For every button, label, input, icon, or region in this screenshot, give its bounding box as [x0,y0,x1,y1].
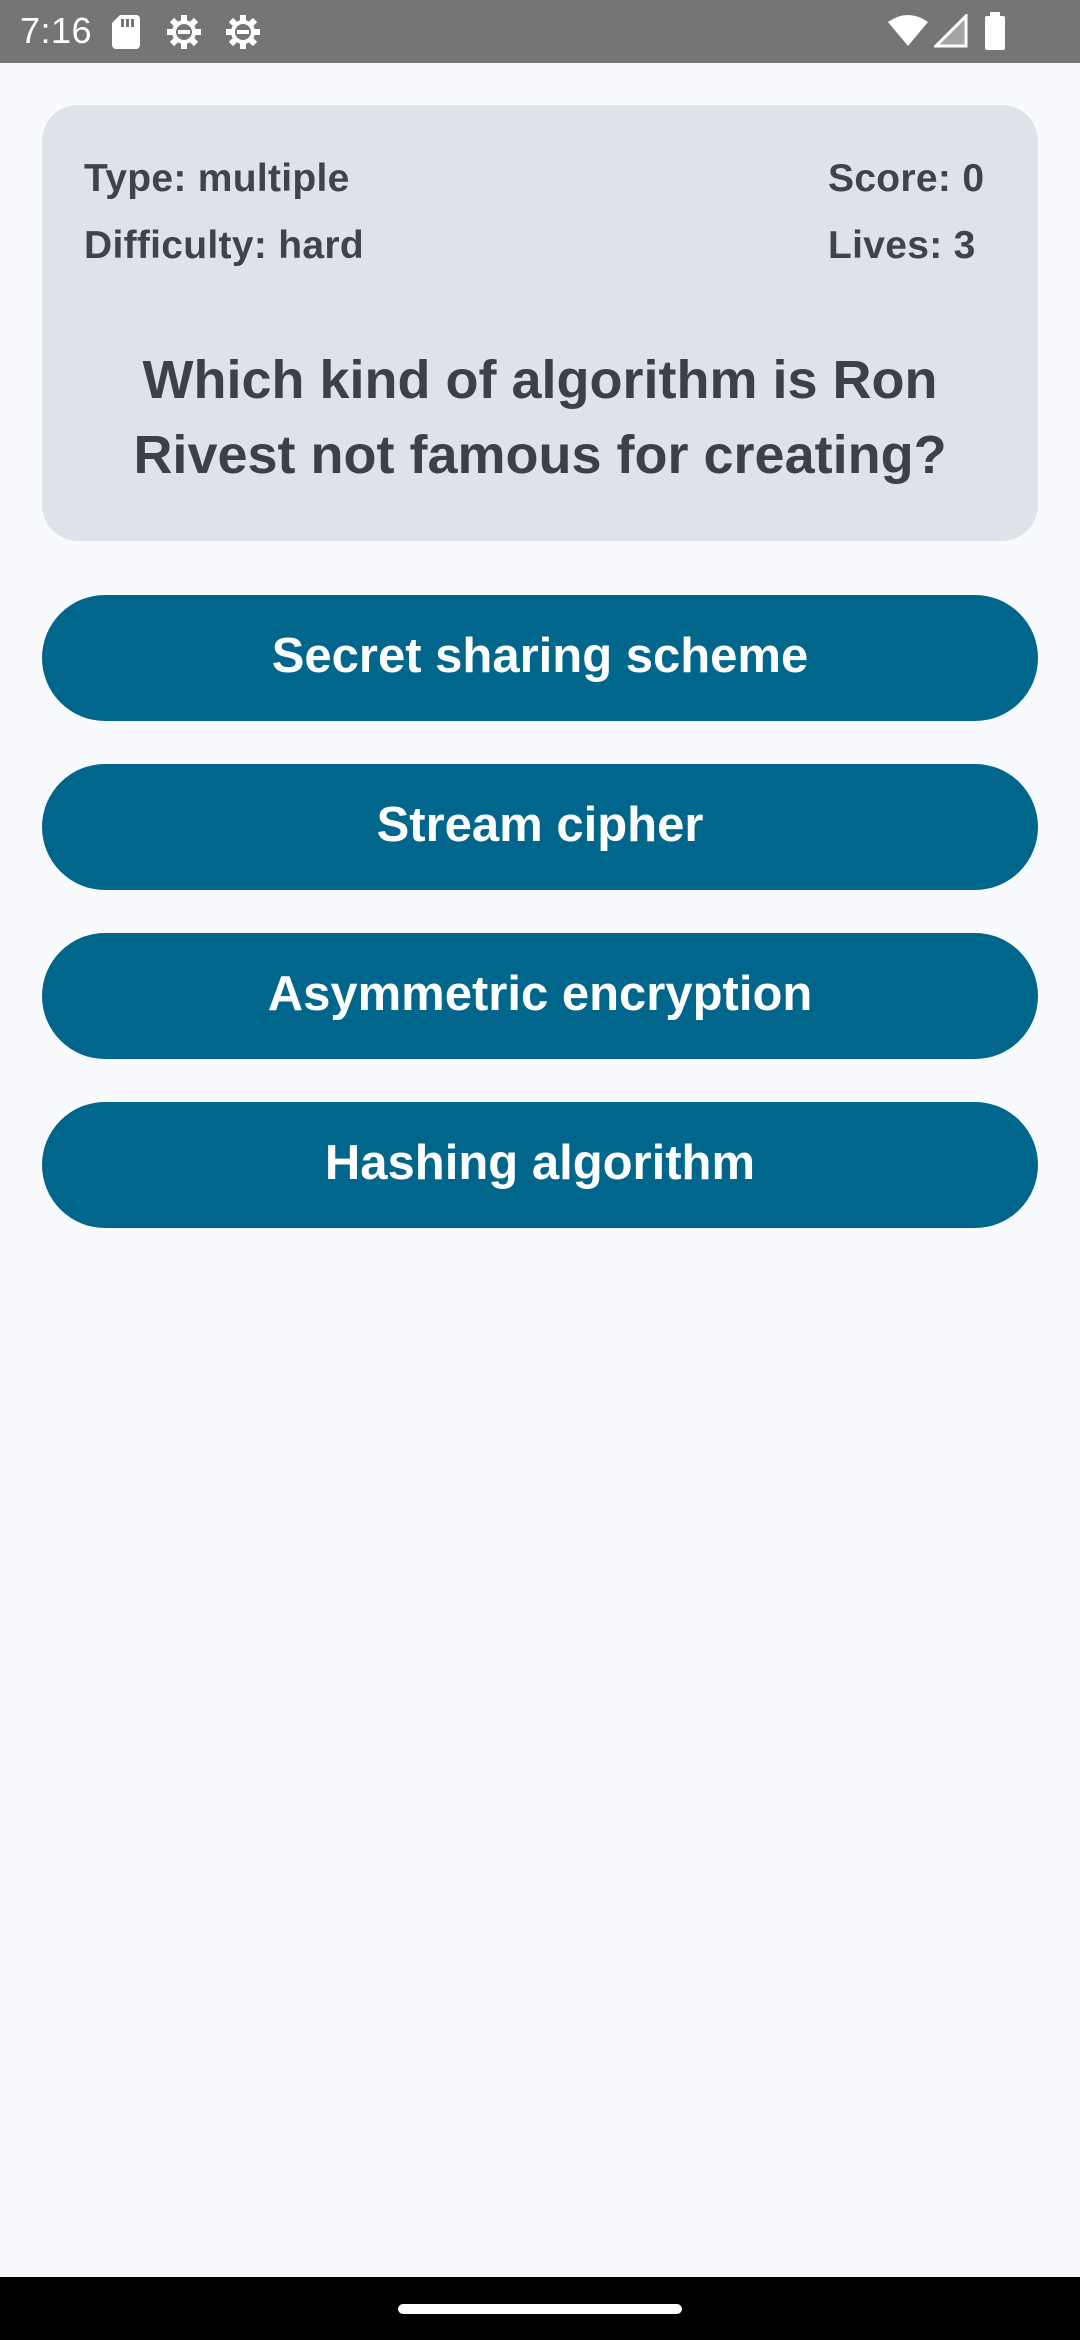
score-label: Score: 0 [828,157,985,200]
answer-button-3[interactable]: Asymmetric encryption [42,933,1038,1059]
battery-icon [985,12,1005,50]
question-type: Type: multiple [84,157,350,200]
answer-button-2[interactable]: Stream cipher [42,764,1038,890]
question-text: Which kind of algorithm is Ron Rivest no… [133,350,947,485]
answer-button-4[interactable]: Hashing algorithm [42,1102,1038,1228]
answer-button-1[interactable]: Secret sharing scheme [42,595,1038,721]
cellular-signal-icon [934,14,968,48]
home-gesture-handle[interactable] [398,2304,682,2314]
wifi-icon [888,15,928,46]
sd-card-icon [112,15,140,49]
settings-gear-icon [226,15,260,49]
question-difficulty: Difficulty: hard [84,224,364,267]
status-time: 7:16 [20,10,93,51]
question-card: Type: multiple Difficulty: hard Score: 0… [42,105,1038,541]
lives-label: Lives: 3 [828,224,976,267]
settings-gear-icon [167,15,201,49]
navigation-bar [0,2277,1080,2340]
status-bar: 7:16 [0,0,1080,63]
